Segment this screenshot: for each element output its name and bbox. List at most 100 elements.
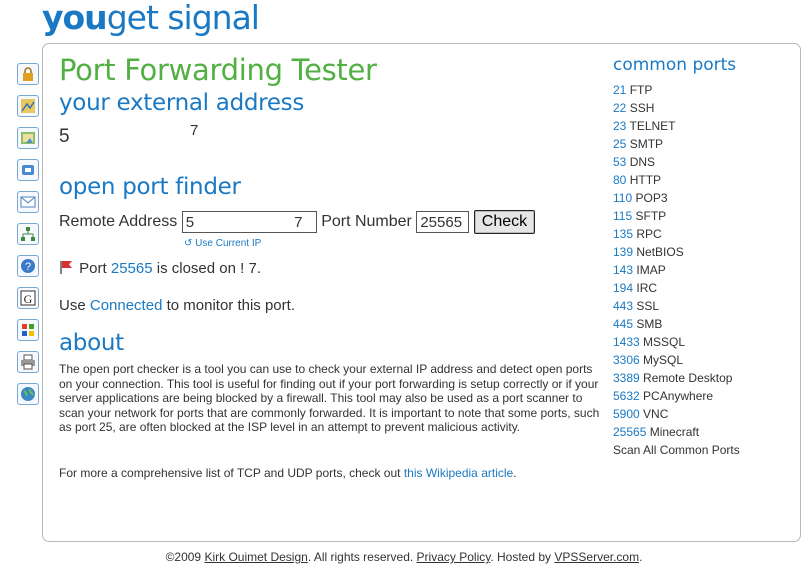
- result-mid: is closed on: [156, 260, 236, 277]
- monitor-text: Use Connected to monitor this port.: [59, 297, 295, 314]
- footer: ©2009 Kirk Ouimet Design. All rights res…: [0, 550, 808, 564]
- mail-icon[interactable]: [17, 191, 39, 213]
- port-item[interactable]: 22 SSH: [613, 99, 793, 117]
- port-item[interactable]: 80 HTTP: [613, 171, 793, 189]
- external-ip: 5 7: [59, 122, 604, 150]
- footer-author-link[interactable]: Kirk Ouimet Design: [204, 550, 307, 564]
- site-logo[interactable]: youget signal: [42, 0, 260, 37]
- port-name: Remote Desktop: [643, 371, 733, 385]
- port-item[interactable]: 445 SMB: [613, 315, 793, 333]
- port-number: 110: [613, 191, 633, 205]
- port-item[interactable]: 23 TELNET: [613, 117, 793, 135]
- result-port-link[interactable]: 25565: [111, 260, 153, 277]
- port-number: 23: [613, 119, 627, 133]
- port-number: 5900: [613, 407, 640, 421]
- connected-link[interactable]: Connected: [90, 297, 163, 314]
- main-content: Port Forwarding Tester your external add…: [59, 52, 604, 480]
- port-item[interactable]: 135 RPC: [613, 225, 793, 243]
- globe-icon[interactable]: [17, 383, 39, 405]
- port-item[interactable]: 21 FTP: [613, 81, 793, 99]
- port-item[interactable]: 3389 Remote Desktop: [613, 369, 793, 387]
- port-number: 3306: [613, 353, 640, 367]
- lock-icon[interactable]: [17, 63, 39, 85]
- footer-end: .: [639, 550, 643, 564]
- check-button[interactable]: Check: [473, 210, 536, 234]
- port-number: 25: [613, 137, 627, 151]
- port-number: 21: [613, 83, 627, 97]
- privacy-policy-link[interactable]: Privacy Policy: [417, 550, 491, 564]
- result-ip: ! 7.: [240, 260, 261, 277]
- port-number: 194: [613, 281, 634, 295]
- port-number-label: Port Number: [321, 213, 412, 230]
- tool-sidebar: ? G: [17, 63, 39, 415]
- use-current-ip-label: Use Current IP: [195, 238, 262, 249]
- port-item[interactable]: 115 SFTP: [613, 207, 793, 225]
- port-name: POP3: [635, 191, 668, 205]
- port-item[interactable]: 1433 MSSQL: [613, 333, 793, 351]
- port-item[interactable]: 25 SMTP: [613, 135, 793, 153]
- footer-rights: . All rights reserved.: [307, 550, 414, 564]
- footer-copyright: ©2009: [165, 550, 202, 564]
- port-name: SMB: [636, 317, 663, 331]
- more-info-text: For more a comprehensive list of TCP and…: [59, 466, 517, 480]
- google-icon[interactable]: G: [17, 287, 39, 309]
- port-item[interactable]: 3306 MySQL: [613, 351, 793, 369]
- port-name: NetBIOS: [636, 245, 684, 259]
- help-icon[interactable]: ?: [17, 255, 39, 277]
- port-item[interactable]: 194 IRC: [613, 279, 793, 297]
- port-number: 80: [613, 173, 627, 187]
- port-name: SSH: [629, 101, 655, 115]
- port-number: 443: [613, 299, 634, 313]
- port-number: 53: [613, 155, 627, 169]
- common-ports-panel: common ports 21 FTP 22 SSH 23 TELNET 25 …: [613, 54, 793, 459]
- port-name: MySQL: [643, 353, 684, 367]
- port-name: PCAnywhere: [643, 389, 714, 403]
- port-name: Minecraft: [649, 425, 700, 439]
- port-number-input[interactable]: [416, 211, 470, 233]
- port-name: TELNET: [629, 119, 676, 133]
- wikipedia-link[interactable]: this Wikipedia article: [404, 466, 513, 480]
- port-number: 445: [613, 317, 634, 331]
- port-item[interactable]: 443 SSL: [613, 297, 793, 315]
- image-icon[interactable]: [17, 127, 39, 149]
- port-name: DNS: [629, 155, 656, 169]
- logo-you: you: [42, 0, 108, 37]
- host-link[interactable]: VPSServer.com: [554, 550, 639, 564]
- port-number: 135: [613, 227, 634, 241]
- external-ip-start: 5: [59, 126, 70, 147]
- port-item[interactable]: 110 POP3: [613, 189, 793, 207]
- port-item[interactable]: 53 DNS: [613, 153, 793, 171]
- windows-icon[interactable]: [17, 319, 39, 341]
- port-result: Port 25565 is closed on ! 7.: [59, 260, 261, 277]
- logo-get-signal: get signal: [106, 0, 260, 37]
- port-check-form: Remote Address Port Number Check: [59, 210, 536, 234]
- port-item[interactable]: 139 NetBIOS: [613, 243, 793, 261]
- printer-icon[interactable]: [17, 351, 39, 373]
- port-number: 139: [613, 245, 634, 259]
- about-paragraph: The open port checker is a tool you can …: [59, 362, 600, 435]
- port-name: VNC: [643, 407, 669, 421]
- port-item[interactable]: 25565 Minecraft: [613, 423, 793, 441]
- port-name: IRC: [636, 281, 658, 295]
- port-name: SSL: [636, 299, 660, 313]
- port-item[interactable]: 5632 PCAnywhere: [613, 387, 793, 405]
- use-current-ip-link[interactable]: ↺ Use Current IP: [184, 238, 261, 249]
- port-number: 143: [613, 263, 634, 277]
- port-number: 22: [613, 101, 627, 115]
- map-icon[interactable]: [17, 95, 39, 117]
- port-item[interactable]: 143 IMAP: [613, 261, 793, 279]
- remote-address-input[interactable]: [181, 211, 317, 233]
- network-icon[interactable]: [17, 223, 39, 245]
- result-prefix: Port: [79, 260, 107, 277]
- port-name: HTTP: [629, 173, 662, 187]
- page-title: Port Forwarding Tester: [59, 53, 377, 87]
- about-heading: about: [59, 330, 124, 356]
- scan-all-ports-link[interactable]: Scan All Common Ports: [613, 441, 793, 459]
- more-prefix: For more a comprehensive list of TCP and…: [59, 466, 401, 480]
- more-suffix: .: [513, 466, 517, 480]
- phone-icon[interactable]: [17, 159, 39, 181]
- svg-text:?: ?: [25, 261, 31, 273]
- port-item[interactable]: 5900 VNC: [613, 405, 793, 423]
- common-ports-list: 21 FTP 22 SSH 23 TELNET 25 SMTP 53 DNS 8…: [613, 81, 793, 441]
- port-name: SMTP: [629, 137, 664, 151]
